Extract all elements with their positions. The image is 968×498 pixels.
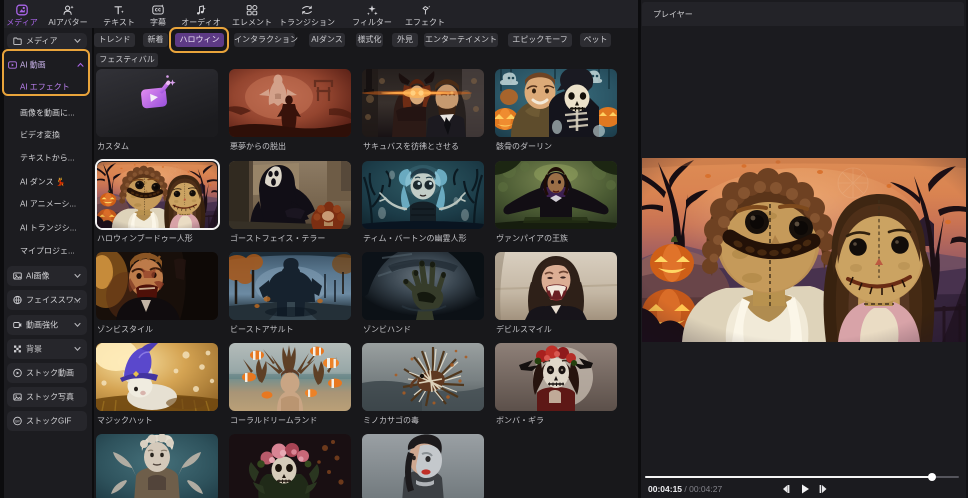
svg-text:GIF: GIF: [15, 419, 20, 423]
